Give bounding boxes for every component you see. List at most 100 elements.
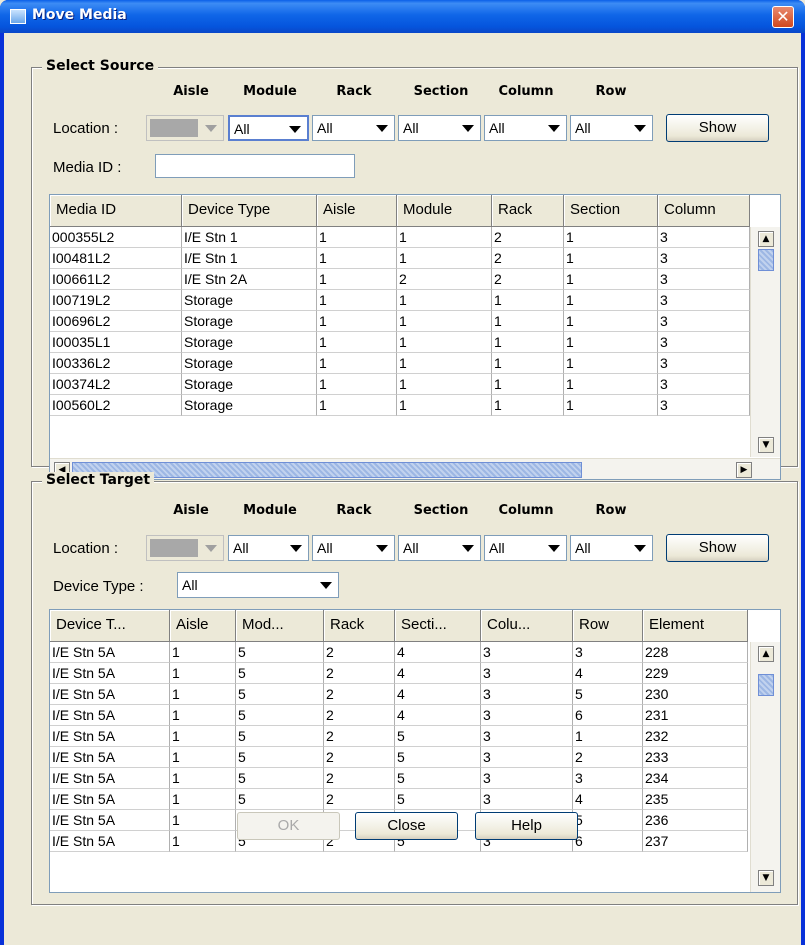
table-cell: I00696L2 (50, 311, 182, 332)
table-cell: I/E Stn 5A (50, 705, 170, 726)
table-cell: 1 (564, 374, 658, 395)
table-cell: 3 (481, 705, 573, 726)
table-row[interactable]: I/E Stn 5A 1 5 2 4 3 5 230 (50, 684, 748, 705)
scrollbar-thumb[interactable] (758, 674, 774, 696)
table-cell: 6 (573, 705, 643, 726)
help-button[interactable]: Help (475, 812, 578, 840)
ok-button[interactable]: OK (237, 812, 340, 840)
table-row[interactable]: I00374L2 Storage 1 1 1 1 3 (50, 374, 750, 395)
target-section-header: Section (413, 503, 469, 518)
source-rack-dropdown[interactable]: All (312, 115, 395, 141)
column-header[interactable]: Aisle (170, 610, 236, 642)
target-row-dropdown[interactable]: All (570, 535, 653, 561)
close-icon[interactable]: ✕ (772, 6, 794, 28)
table-cell: 1 (317, 332, 397, 353)
close-button[interactable]: Close (355, 812, 458, 840)
table-cell: 2 (324, 705, 395, 726)
table-row[interactable]: I00661L2 I/E Stn 2A 1 2 2 1 3 (50, 269, 750, 290)
table-cell: 2 (324, 684, 395, 705)
table-cell: 3 (481, 768, 573, 789)
table-cell: 1 (492, 332, 564, 353)
column-header[interactable]: Row (573, 610, 643, 642)
table-cell: 1 (170, 768, 236, 789)
target-rack-dropdown[interactable]: All (312, 535, 395, 561)
table-row[interactable]: I/E Stn 5A 1 5 2 5 3 3 234 (50, 768, 748, 789)
table-cell: 3 (481, 663, 573, 684)
column-header[interactable]: Device Type (182, 195, 317, 227)
table-cell: 1 (564, 227, 658, 248)
arrow-up-icon[interactable]: ▲ (758, 231, 774, 247)
arrow-right-icon[interactable]: ▶ (736, 462, 752, 478)
table-cell: 236 (643, 810, 748, 831)
target-module-dropdown[interactable]: All (228, 535, 309, 561)
table-row[interactable]: I00481L2 I/E Stn 111213 (50, 248, 750, 269)
column-header[interactable]: Secti... (395, 610, 481, 642)
table-cell: 4 (573, 663, 643, 684)
target-show-button[interactable]: Show (666, 534, 769, 562)
target-section-dropdown[interactable]: All (398, 535, 481, 561)
table-row[interactable]: I/E Stn 5A 1 5 2 4 3 6 231 (50, 705, 748, 726)
table-cell: 2 (397, 269, 492, 290)
table-row[interactable]: I/E Stn 5A 1 5 2 4 3 3 228 (50, 642, 748, 663)
table-row[interactable]: I/E Stn 5A 1 5 2 5 3 4 235 (50, 789, 748, 810)
table-cell: 234 (643, 768, 748, 789)
column-header[interactable]: Element (643, 610, 748, 642)
target-column-dropdown[interactable]: All (484, 535, 567, 561)
media-id-input[interactable] (155, 154, 355, 178)
source-section-dropdown[interactable]: All (398, 115, 481, 141)
table-cell: 5 (395, 789, 481, 810)
table-cell: 1 (317, 248, 397, 269)
table-row[interactable]: I/E Stn 5A 1 5 2 4 3 4 229 (50, 663, 748, 684)
table-row[interactable]: I00336L2 Storage 1 1 1 1 3 (50, 353, 750, 374)
table-row[interactable]: I00719L2 Storage 1 1 1 1 3 (50, 290, 750, 311)
column-header[interactable]: Rack (324, 610, 395, 642)
source-horizontal-scrollbar[interactable]: ◀ ▶ (50, 458, 780, 479)
source-column-dropdown[interactable]: All (484, 115, 567, 141)
table-row[interactable]: I00035L1 Storage 1 1 1 1 3 (50, 332, 750, 353)
column-header[interactable]: Rack (492, 195, 564, 227)
table-row[interactable]: I/E Stn 5A 1 5 2 5 3 1 232 (50, 726, 748, 747)
table-row[interactable]: I00560L2 Storage 1 1 1 1 3 (50, 395, 750, 416)
column-header[interactable]: Column (658, 195, 750, 227)
table-cell: 1 (564, 269, 658, 290)
table-cell: 3 (481, 642, 573, 663)
table-cell: 5 (236, 684, 324, 705)
source-vertical-scrollbar[interactable]: ▲ ▼ (750, 227, 780, 457)
device-type-dropdown[interactable]: All (177, 572, 339, 598)
table-cell: I00719L2 (50, 290, 182, 311)
column-header[interactable]: Mod... (236, 610, 324, 642)
table-cell: 2 (324, 768, 395, 789)
table-cell: 5 (573, 810, 643, 831)
column-header[interactable]: Section (564, 195, 658, 227)
source-rack-header: Rack (336, 84, 372, 99)
table-cell: 5 (395, 768, 481, 789)
arrow-up-icon[interactable]: ▲ (758, 646, 774, 662)
table-cell: 4 (395, 642, 481, 663)
table-row[interactable]: I/E Stn 5A 1 5 2 5 3 2 233 (50, 747, 748, 768)
table-cell: 1 (564, 311, 658, 332)
table-cell: 1 (317, 311, 397, 332)
table-cell: 229 (643, 663, 748, 684)
table-row[interactable]: 000355L2 I/E Stn 111213 (50, 227, 750, 248)
column-header[interactable]: Module (397, 195, 492, 227)
column-header[interactable]: Device T... (50, 610, 170, 642)
table-cell: 1 (317, 395, 397, 416)
table-row[interactable]: I00696L2 Storage 1 1 1 1 3 (50, 311, 750, 332)
table-cell: 2 (324, 642, 395, 663)
table-cell: 5 (236, 705, 324, 726)
arrow-down-icon[interactable]: ▼ (758, 437, 774, 453)
arrow-down-icon[interactable]: ▼ (758, 870, 774, 886)
column-header[interactable]: Aisle (317, 195, 397, 227)
column-header[interactable]: Colu... (481, 610, 573, 642)
table-cell: I/E Stn 5A (50, 663, 170, 684)
title-bar[interactable]: Move Media ✕ (0, 0, 805, 33)
target-rack-header: Rack (336, 503, 372, 518)
column-header[interactable]: Media ID (50, 195, 182, 227)
source-aisle-dropdown (146, 115, 224, 141)
source-module-dropdown[interactable]: All (228, 115, 309, 141)
table-cell: 1 (397, 248, 492, 269)
target-vertical-scrollbar[interactable]: ▲ ▼ (750, 642, 780, 892)
source-row-dropdown[interactable]: All (570, 115, 653, 141)
scrollbar-thumb[interactable] (758, 249, 774, 271)
source-show-button[interactable]: Show (666, 114, 769, 142)
